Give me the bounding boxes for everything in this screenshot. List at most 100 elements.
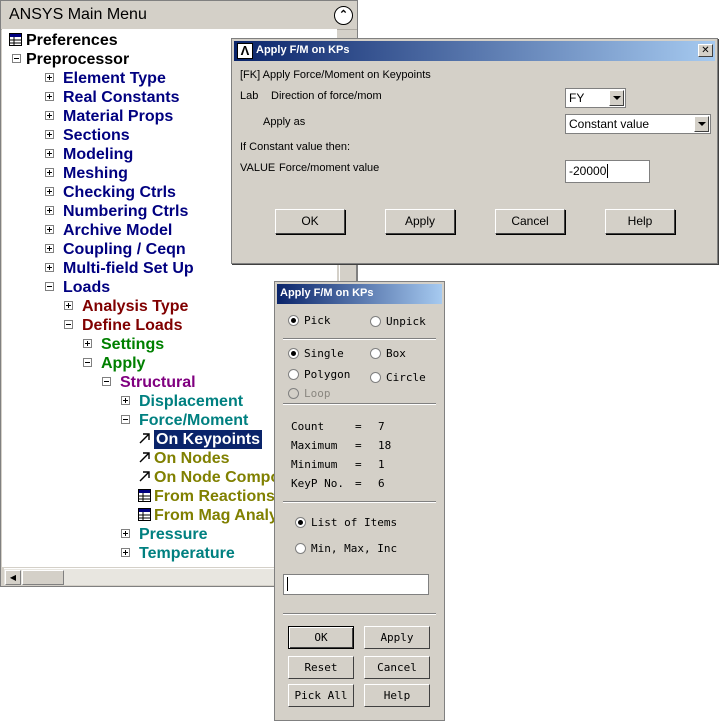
table-icon (138, 489, 151, 502)
pick-label: Pick (304, 314, 331, 327)
expand-icon[interactable] (45, 130, 54, 139)
picker-ok-button[interactable]: OK (288, 626, 354, 649)
expand-icon[interactable] (83, 339, 92, 348)
tree-item-label: Analysis Type (82, 298, 189, 315)
tree-item-label: Structural (120, 374, 196, 391)
pick-entry-input[interactable] (283, 574, 429, 595)
expand-icon[interactable] (45, 263, 54, 272)
stat-value: 18 (378, 439, 392, 452)
value-input[interactable]: -20000 (565, 160, 650, 183)
tree-item-label: Numbering Ctrls (63, 203, 189, 220)
tree-item-label: From Mag Analy (154, 507, 278, 524)
list-of-items-radio[interactable] (295, 517, 306, 528)
tree-item-label: Force/Moment (139, 412, 249, 429)
tree-item-label: Checking Ctrls (63, 184, 176, 201)
separator (283, 501, 436, 503)
stat-label: Maximum (291, 439, 338, 452)
value-label: VALUE (240, 162, 276, 174)
stat-equals: = (355, 458, 362, 471)
collapse-icon[interactable]: ⌃ (334, 6, 353, 25)
chevron-down-icon[interactable] (609, 90, 624, 106)
collapse-icon[interactable] (121, 415, 130, 424)
picker-title: Apply F/M on KPs (280, 287, 374, 299)
single-radio[interactable] (288, 348, 299, 359)
collapse-icon[interactable] (83, 358, 92, 367)
stat-value: 1 (378, 458, 385, 471)
main-menu-title: ANSYS Main Menu (9, 6, 147, 23)
apply-as-value: Constant value (569, 117, 650, 131)
direction-select[interactable]: FY (565, 88, 626, 108)
apply-as-select[interactable]: Constant value (565, 114, 711, 134)
cancel-button[interactable]: Cancel (495, 209, 565, 234)
scroll-left-icon[interactable]: ◀ (5, 570, 21, 585)
chevron-down-icon[interactable] (694, 116, 709, 132)
table-icon (9, 33, 22, 46)
stat-label: Minimum (291, 458, 338, 471)
expand-icon[interactable] (45, 111, 54, 120)
min-max-inc-label: Min, Max, Inc (311, 542, 398, 555)
arrow-icon (138, 451, 151, 464)
box-label: Box (386, 347, 406, 360)
stat-value: 7 (378, 420, 385, 433)
picker-help-button[interactable]: Help (364, 684, 430, 707)
picker-apply-button[interactable]: Apply (364, 626, 430, 649)
picker-cancel-button[interactable]: Cancel (364, 656, 430, 679)
value-description: Force/moment value (279, 162, 380, 174)
collapse-icon[interactable] (45, 282, 54, 291)
expand-icon[interactable] (45, 168, 54, 177)
collapse-icon[interactable] (12, 54, 21, 63)
single-label: Single (304, 347, 344, 360)
circle-radio[interactable] (370, 372, 381, 383)
picker-pick-all-button[interactable]: Pick All (288, 684, 354, 707)
collapse-icon[interactable] (102, 377, 111, 386)
tree-item-label: Temperature (139, 545, 235, 562)
expand-icon[interactable] (64, 301, 73, 310)
dialog-header: [FK] Apply Force/Moment on Keypoints (240, 69, 431, 81)
expand-icon[interactable] (121, 529, 130, 538)
direction-label: Direction of force/mom (271, 90, 382, 102)
ok-button[interactable]: OK (275, 209, 345, 234)
collapse-icon[interactable] (64, 320, 73, 329)
expand-icon[interactable] (45, 225, 54, 234)
arrow-icon (138, 470, 151, 483)
tree-item-label: Preprocessor (26, 51, 130, 68)
tree-item-label: Material Props (63, 108, 174, 125)
expand-icon[interactable] (121, 396, 130, 405)
close-icon[interactable]: ✕ (698, 44, 713, 57)
picker-window: Apply F/M on KPs Pick Unpick Single Box … (274, 281, 445, 721)
tree-item-label: Apply (101, 355, 146, 372)
lab-label: Lab (240, 90, 259, 102)
help-button[interactable]: Help (605, 209, 675, 234)
stat-label: Count (291, 420, 325, 433)
polygon-radio[interactable] (288, 369, 299, 380)
dialog-title: Apply F/M on KPs (256, 44, 350, 56)
box-radio[interactable] (370, 348, 381, 359)
tree-item-label: Meshing (63, 165, 128, 182)
separator (283, 613, 436, 615)
picker-reset-button[interactable]: Reset (288, 656, 354, 679)
main-menu-titlebar: ANSYS Main Menu ⌃ (1, 1, 357, 30)
expand-icon[interactable] (121, 548, 130, 557)
unpick-label: Unpick (386, 315, 426, 328)
tree-item-label: On Keypoints (154, 430, 263, 449)
expand-icon[interactable] (45, 244, 54, 253)
expand-icon[interactable] (45, 92, 54, 101)
apply-fm-dialog: Λ Apply F/M on KPs ✕ [FK] Apply Force/Mo… (231, 38, 718, 264)
tree-item-label: Real Constants (63, 89, 180, 106)
tree-item-label: Define Loads (82, 317, 183, 334)
loop-label: Loop (304, 387, 331, 400)
scrollbar-thumb[interactable] (22, 570, 64, 585)
expand-icon[interactable] (45, 187, 54, 196)
ansys-logo-icon: Λ (237, 43, 253, 59)
expand-icon[interactable] (45, 149, 54, 158)
arrow-icon (138, 432, 151, 445)
stat-equals: = (355, 420, 362, 433)
min-max-inc-radio[interactable] (295, 543, 306, 554)
expand-icon[interactable] (45, 73, 54, 82)
expand-icon[interactable] (45, 206, 54, 215)
pick-radio[interactable] (288, 315, 299, 326)
stat-label: KeyP No. (291, 477, 344, 490)
text-cursor (607, 164, 609, 178)
apply-button[interactable]: Apply (385, 209, 455, 234)
unpick-radio[interactable] (370, 316, 381, 327)
